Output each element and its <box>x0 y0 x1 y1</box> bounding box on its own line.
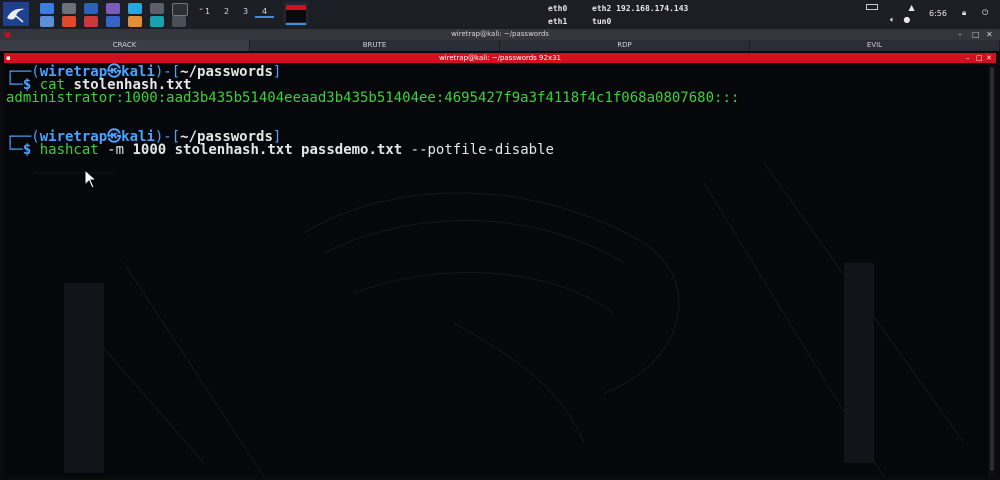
hacker-icon[interactable] <box>84 16 98 27</box>
command-option: --potfile-disable <box>410 142 554 158</box>
eth2-row: eth2 192.168.174.143 <box>592 2 688 15</box>
command-line-2: └─$ hashcat -m 1000 stolenhash.txt passd… <box>6 143 554 157</box>
scrollbar-thumb[interactable] <box>990 67 994 471</box>
eth0-label: eth0 <box>548 4 568 13</box>
maximize-icon[interactable]: □ <box>972 30 980 39</box>
monitor-icon[interactable] <box>40 3 54 14</box>
tray-icons: ▲ <box>866 3 915 12</box>
tool-icon[interactable] <box>150 3 164 14</box>
terminal-close-icon[interactable]: ✕ <box>986 53 992 63</box>
tab-rdp[interactable]: RDP <box>500 40 750 51</box>
terminal-title: wiretrap@kali: ~/passwords 92x31 <box>438 54 562 62</box>
hash-output: administrator:1000:aad3b435b51404eeaad3b… <box>6 90 740 106</box>
volume-icon[interactable]: 🔈︎ <box>890 15 895 24</box>
settings-icon[interactable] <box>172 16 186 27</box>
command-mode: 1000 <box>132 142 167 158</box>
power-icon[interactable]: ⏻ <box>982 8 988 18</box>
burp-icon[interactable] <box>128 16 142 27</box>
command-hashcat: hashcat <box>39 142 99 158</box>
app-launchers: ⌄ <box>37 2 213 28</box>
tun0-label: tun0 <box>592 17 612 26</box>
firefox-icon[interactable] <box>62 16 76 27</box>
desktop-screen: { "panel": { "workspaces": ["1", "2", "3… <box>0 0 1000 480</box>
net-eth-left: eth0 eth1 <box>548 2 567 28</box>
tray-row2: 🔈︎ ● <box>890 15 910 25</box>
tab-brute[interactable]: BRUTE <box>250 40 500 51</box>
app-icon[interactable] <box>128 3 142 14</box>
bash-icon[interactable] <box>106 16 120 27</box>
tab-evil[interactable]: EVIL <box>750 40 1000 51</box>
workspace-switcher: 1 2 3 4 <box>198 7 274 18</box>
eth2-label: eth2 <box>592 4 612 13</box>
workspace-1[interactable]: 1 <box>198 7 217 18</box>
terminal-window-thumbnail[interactable] <box>284 2 308 26</box>
terminal-icon[interactable] <box>172 3 188 16</box>
command-flag: -m <box>107 142 125 158</box>
notification-bell-icon[interactable]: ▲ <box>909 3 915 12</box>
files-icon[interactable] <box>62 3 76 14</box>
window-title: wiretrap@kali: ~/passwords <box>451 30 549 38</box>
prompt-close: ] <box>272 64 282 80</box>
browser-icon[interactable] <box>84 3 98 14</box>
terminal-scrollbar[interactable] <box>988 63 996 477</box>
window-titlebar: ▣ wiretrap@kali: ~/passwords – □ ✕ <box>0 29 1000 40</box>
tab-crack[interactable]: CRACK <box>0 40 250 51</box>
battery-icon <box>866 4 878 10</box>
terminal-maximize-icon[interactable]: □ <box>976 53 983 63</box>
prompt-dir: ~/passwords <box>180 64 273 80</box>
terminal-tabs: CRACK BRUTE RDP EVIL <box>0 40 1000 51</box>
background-wallpaper-art <box>34 162 965 477</box>
terminal-minimize-icon[interactable]: – <box>966 53 970 63</box>
command-files: stolenhash.txt passdemo.txt <box>174 142 403 158</box>
prompt-dollar: $ <box>22 142 40 158</box>
mouse-pointer-icon <box>84 169 98 189</box>
terminal-body[interactable]: ┌──(wiretrap㉿kali)-[~/passwords] └─$ cat… <box>4 63 988 477</box>
terminal-titlebar: ▪ wiretrap@kali: ~/passwords 92x31 – □ ✕ <box>4 53 996 63</box>
folder-icon[interactable] <box>40 16 54 27</box>
workspace-3[interactable]: 3 <box>236 7 255 18</box>
net-eth-right: eth2 192.168.174.143 tun0 <box>592 2 688 28</box>
notification-icon[interactable]: ● <box>903 15 910 24</box>
lock-icon[interactable]: 🔒︎ <box>962 8 966 18</box>
prompt-corner: └─ <box>6 142 23 158</box>
kali-menu-icon[interactable] <box>3 2 29 26</box>
close-icon[interactable]: ✕ <box>986 30 993 39</box>
clock[interactable]: 6:56 <box>929 9 947 18</box>
top-panel: ⌄ 1 2 3 4 eth0 eth1 eth2 192.168.174.143… <box>0 0 1000 30</box>
workspace-4[interactable]: 4 <box>255 7 274 18</box>
minimize-icon[interactable]: – <box>958 30 962 39</box>
media-icon[interactable] <box>106 3 120 14</box>
workspace-2[interactable]: 2 <box>217 7 236 18</box>
code-icon[interactable] <box>150 16 164 27</box>
eth1-label: eth1 <box>548 17 568 26</box>
eth2-ip: 192.168.174.143 <box>616 4 689 13</box>
